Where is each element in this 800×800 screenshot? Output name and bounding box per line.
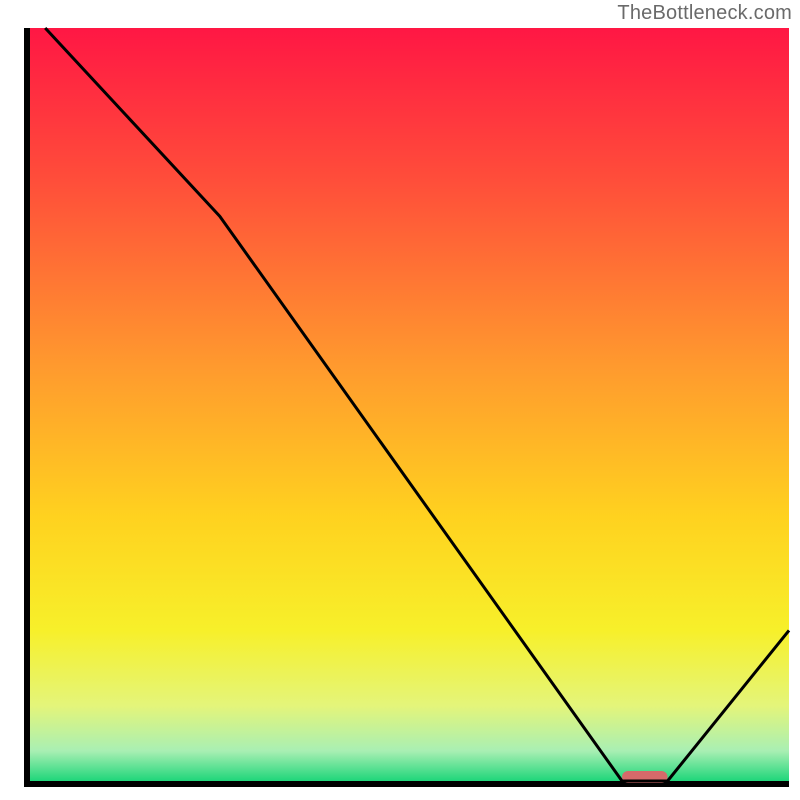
- watermark-text: TheBottleneck.com: [617, 2, 792, 25]
- bottleneck-plot: [0, 0, 800, 800]
- chart-container: TheBottleneck.com: [0, 0, 800, 800]
- plot-background: [30, 28, 789, 781]
